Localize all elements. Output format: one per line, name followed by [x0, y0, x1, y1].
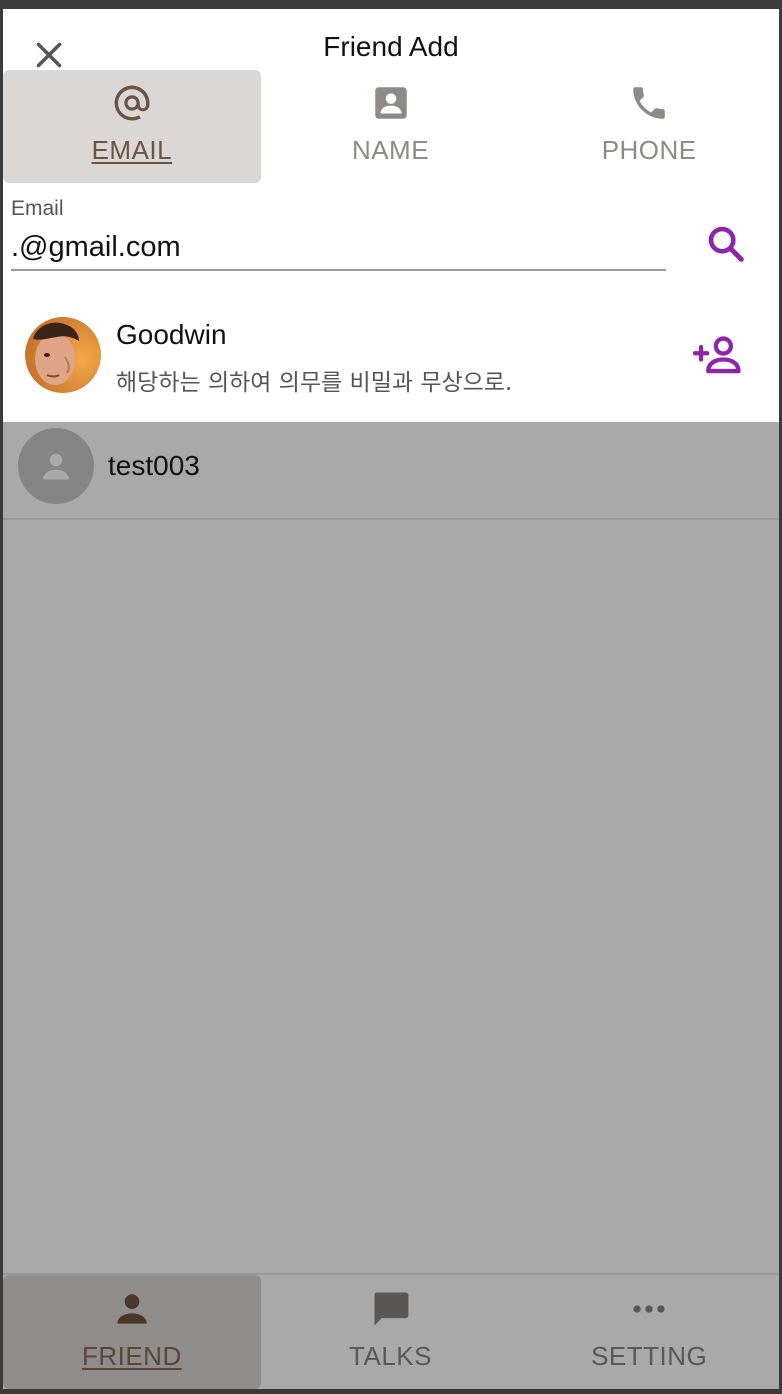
app-frame: test003 FRIEND TALKS SETTING Friend Add … — [3, 9, 779, 1389]
person-icon — [117, 1294, 147, 1324]
bottom-navigation: FRIEND TALKS SETTING — [3, 1273, 779, 1389]
search-mode-tabs: EMAIL NAME PHONE — [3, 70, 779, 183]
tab-name-label: NAME — [351, 135, 430, 165]
nav-setting[interactable]: SETTING — [520, 1275, 778, 1389]
friend-add-dialog: Friend Add EMAIL NAME PHONE Email .@gmai… — [3, 9, 779, 422]
nav-setting-label: SETTING — [591, 1341, 708, 1371]
nav-talks[interactable]: TALKS — [262, 1275, 520, 1389]
at-icon — [114, 85, 150, 121]
dialog-title: Friend Add — [323, 31, 459, 62]
search-icon[interactable] — [703, 221, 749, 267]
contact-card-icon — [374, 87, 407, 119]
email-field: Email — [11, 195, 666, 287]
email-field-label: Email — [11, 197, 64, 220]
result-name: Goodwin — [116, 319, 227, 350]
phone-icon — [633, 87, 665, 119]
default-avatar — [18, 428, 94, 504]
nav-friend-label: FRIEND — [81, 1341, 182, 1371]
add-friend-icon[interactable] — [693, 333, 743, 377]
email-input[interactable] — [11, 225, 666, 271]
search-result-row: Goodwin 해당하는 의하여 의무를 비밀과 무상으로. — [3, 305, 779, 405]
avatar — [25, 317, 101, 393]
chat-bubble-icon — [373, 1292, 408, 1326]
result-status-message: 해당하는 의하여 의무를 비밀과 무상으로. — [116, 370, 513, 396]
tab-name[interactable]: NAME — [262, 70, 520, 183]
friend-name: test003 — [108, 450, 200, 481]
window-top-border — [0, 0, 782, 9]
nav-talks-label: TALKS — [349, 1341, 432, 1371]
more-dots-icon — [633, 1305, 665, 1313]
person-icon — [43, 453, 69, 480]
tab-email[interactable]: EMAIL — [3, 70, 261, 183]
friend-list-row[interactable]: test003 — [3, 422, 779, 520]
tab-phone-label: PHONE — [601, 135, 697, 165]
nav-friend[interactable]: FRIEND — [3, 1275, 261, 1389]
tab-email-label: EMAIL — [91, 135, 173, 165]
tab-phone[interactable]: PHONE — [520, 70, 778, 183]
